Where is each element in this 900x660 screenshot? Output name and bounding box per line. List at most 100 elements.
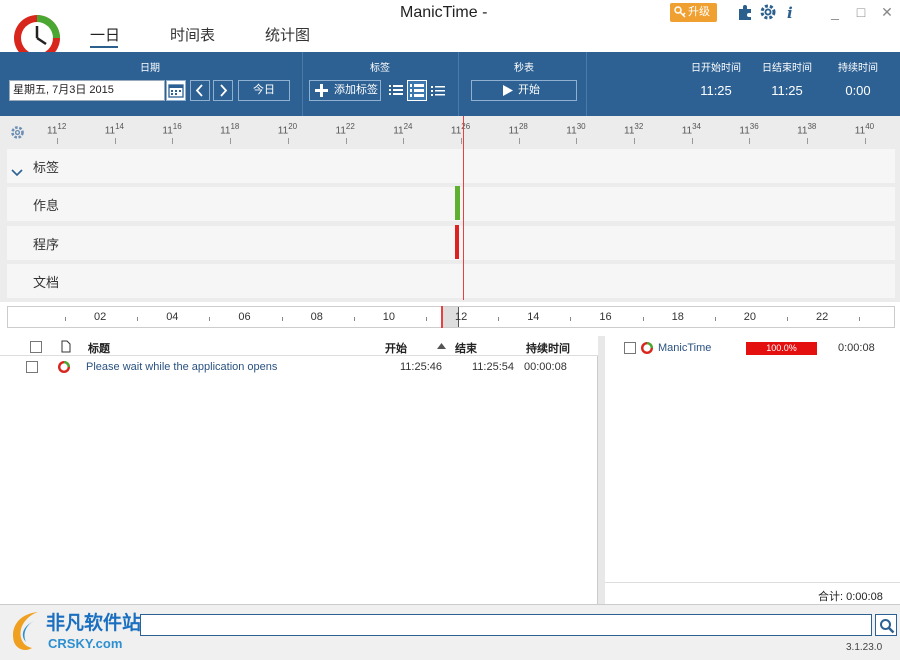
column-start[interactable]: 开始 bbox=[385, 340, 407, 356]
ruler-tick-label: 1126 bbox=[451, 122, 470, 136]
lane-documents[interactable]: 文档 bbox=[7, 264, 895, 298]
lane-tags[interactable]: 标签 bbox=[7, 149, 895, 183]
search-button[interactable] bbox=[875, 614, 897, 636]
today-button[interactable]: 今日 bbox=[238, 80, 290, 101]
plus-icon bbox=[315, 84, 328, 97]
ruler-tick bbox=[691, 138, 693, 144]
info-icon[interactable]: i bbox=[782, 3, 800, 21]
compact-view-button[interactable] bbox=[428, 80, 448, 101]
manictime-app-icon bbox=[641, 342, 653, 354]
overview-hour-label: 04 bbox=[166, 311, 179, 323]
ruler-tick-label: 1118 bbox=[220, 122, 239, 136]
sort-ascending-icon bbox=[437, 343, 446, 349]
ruler-tick-minute: 20 bbox=[288, 122, 298, 131]
overview-hour-label: 08 bbox=[310, 311, 323, 323]
application-activity-bar[interactable] bbox=[455, 225, 459, 259]
duration-label: 持续时间 bbox=[838, 63, 878, 74]
ruler-tick bbox=[518, 138, 520, 144]
ruler-tick bbox=[749, 138, 751, 144]
search-input[interactable] bbox=[140, 614, 872, 636]
key-icon bbox=[674, 6, 686, 18]
column-duration[interactable]: 持续时间 bbox=[526, 340, 570, 356]
day-overview-strip[interactable]: 02 04 06 08 10 12 14 16 18 20 22 bbox=[7, 306, 895, 328]
start-label: 开始 bbox=[518, 84, 540, 96]
ruler-tick-label: 1130 bbox=[566, 122, 585, 136]
window-title: ManicTime - bbox=[400, 4, 488, 21]
pane-splitter[interactable] bbox=[598, 336, 605, 604]
ruler-tick-hour: 11 bbox=[739, 125, 750, 137]
ruler-tick bbox=[403, 138, 405, 144]
document-icon bbox=[61, 340, 71, 353]
overview-tick bbox=[353, 317, 355, 321]
stopwatch-start-button[interactable]: 开始 bbox=[471, 80, 577, 101]
add-tag-label: 添加标签 bbox=[334, 84, 378, 96]
ruler-tick-label: 1128 bbox=[509, 122, 528, 136]
overview-hour-label: 20 bbox=[743, 311, 757, 323]
add-tag-button[interactable]: 添加标签 bbox=[309, 80, 381, 101]
overview-hour-label: 10 bbox=[382, 311, 396, 323]
timeline[interactable]: 1112 1114 1116 1118 1120 1122 1124 1126 1128 1130… bbox=[0, 116, 900, 302]
ruler-tick-label: 1138 bbox=[797, 122, 816, 136]
ruler-tick-label: 1140 bbox=[855, 122, 874, 136]
ruler-tick-minute: 14 bbox=[115, 122, 124, 131]
row-checkbox[interactable] bbox=[26, 361, 38, 373]
ruler-tick-label: 1132 bbox=[624, 122, 643, 136]
row-start: 11:25:46 bbox=[400, 361, 443, 373]
maximize-button[interactable]: □ bbox=[850, 2, 872, 22]
watermark-domain: CRSKY.com bbox=[48, 636, 123, 651]
column-end[interactable]: 结束 bbox=[455, 340, 477, 356]
overview-tick bbox=[570, 317, 572, 321]
date-input[interactable]: 星期五, 7月3日 2015 bbox=[9, 80, 165, 101]
lane-label-applications: 程序 bbox=[33, 237, 60, 252]
tab-day[interactable]: 一日 bbox=[90, 24, 120, 45]
watermark-title: 非凡软件站 bbox=[46, 613, 142, 634]
lane-label-schedule: 作息 bbox=[33, 198, 60, 213]
divider bbox=[605, 582, 900, 583]
ruler-tick-hour: 11 bbox=[797, 125, 808, 137]
total-duration: 合计: 0:00:08 bbox=[818, 591, 883, 603]
ruler-tick-hour: 11 bbox=[624, 125, 635, 137]
ruler-tick-minute: 34 bbox=[692, 122, 701, 131]
ruler-tick-hour: 11 bbox=[854, 125, 866, 137]
next-day-button[interactable] bbox=[213, 80, 233, 101]
ruler-tick-hour: 11 bbox=[220, 125, 231, 137]
ruler-tick bbox=[460, 138, 462, 144]
chevron-left-icon bbox=[195, 84, 203, 97]
day-start-value: 11:25 bbox=[700, 83, 732, 98]
list-icon bbox=[389, 85, 403, 95]
detail-view-button[interactable] bbox=[407, 80, 427, 101]
lane-label-documents: 文档 bbox=[33, 275, 60, 290]
lane-schedule[interactable]: 作息 bbox=[7, 187, 895, 221]
close-button[interactable]: ✕ bbox=[876, 2, 898, 22]
row-duration: 00:00:08 bbox=[524, 361, 567, 373]
overview-hour-label: 18 bbox=[671, 311, 684, 323]
tab-statistics[interactable]: 统计图 bbox=[265, 24, 310, 45]
ruler-tick-label: 1134 bbox=[682, 122, 701, 136]
plugin-icon[interactable] bbox=[736, 3, 754, 21]
timeline-settings-gear-icon[interactable] bbox=[10, 125, 25, 140]
column-title[interactable]: 标题 bbox=[88, 340, 110, 356]
minimize-button[interactable]: _ bbox=[824, 2, 846, 22]
app-checkbox[interactable] bbox=[624, 342, 636, 354]
overview-hour-label: 06 bbox=[238, 311, 251, 323]
settings-gear-icon[interactable] bbox=[759, 3, 777, 21]
active-activity-bar[interactable] bbox=[455, 186, 460, 220]
ruler-tick-minute: 18 bbox=[230, 122, 240, 131]
calendar-button[interactable] bbox=[166, 80, 186, 101]
watermark-swirl-icon bbox=[13, 612, 38, 650]
app-percent-bar: 100.0% bbox=[746, 342, 817, 355]
site-watermark-logo: 非凡软件站 CRSKY.com bbox=[8, 606, 142, 658]
upgrade-button[interactable]: 升级 bbox=[670, 3, 717, 22]
ruler-tick bbox=[807, 138, 809, 144]
select-all-checkbox[interactable] bbox=[30, 341, 42, 353]
overview-tick bbox=[787, 317, 788, 321]
previous-day-button[interactable] bbox=[190, 80, 210, 101]
ruler-tick-label: 1114 bbox=[105, 122, 124, 136]
overview-current-time-marker bbox=[441, 306, 443, 328]
chevron-down-icon[interactable] bbox=[11, 169, 23, 177]
tab-timeline[interactable]: 时间表 bbox=[170, 24, 215, 45]
lane-applications[interactable]: 程序 bbox=[7, 226, 895, 260]
ruler-tick-hour: 11 bbox=[277, 125, 289, 137]
overview-hour-label: 16 bbox=[599, 311, 612, 323]
list-view-button[interactable] bbox=[386, 80, 406, 101]
